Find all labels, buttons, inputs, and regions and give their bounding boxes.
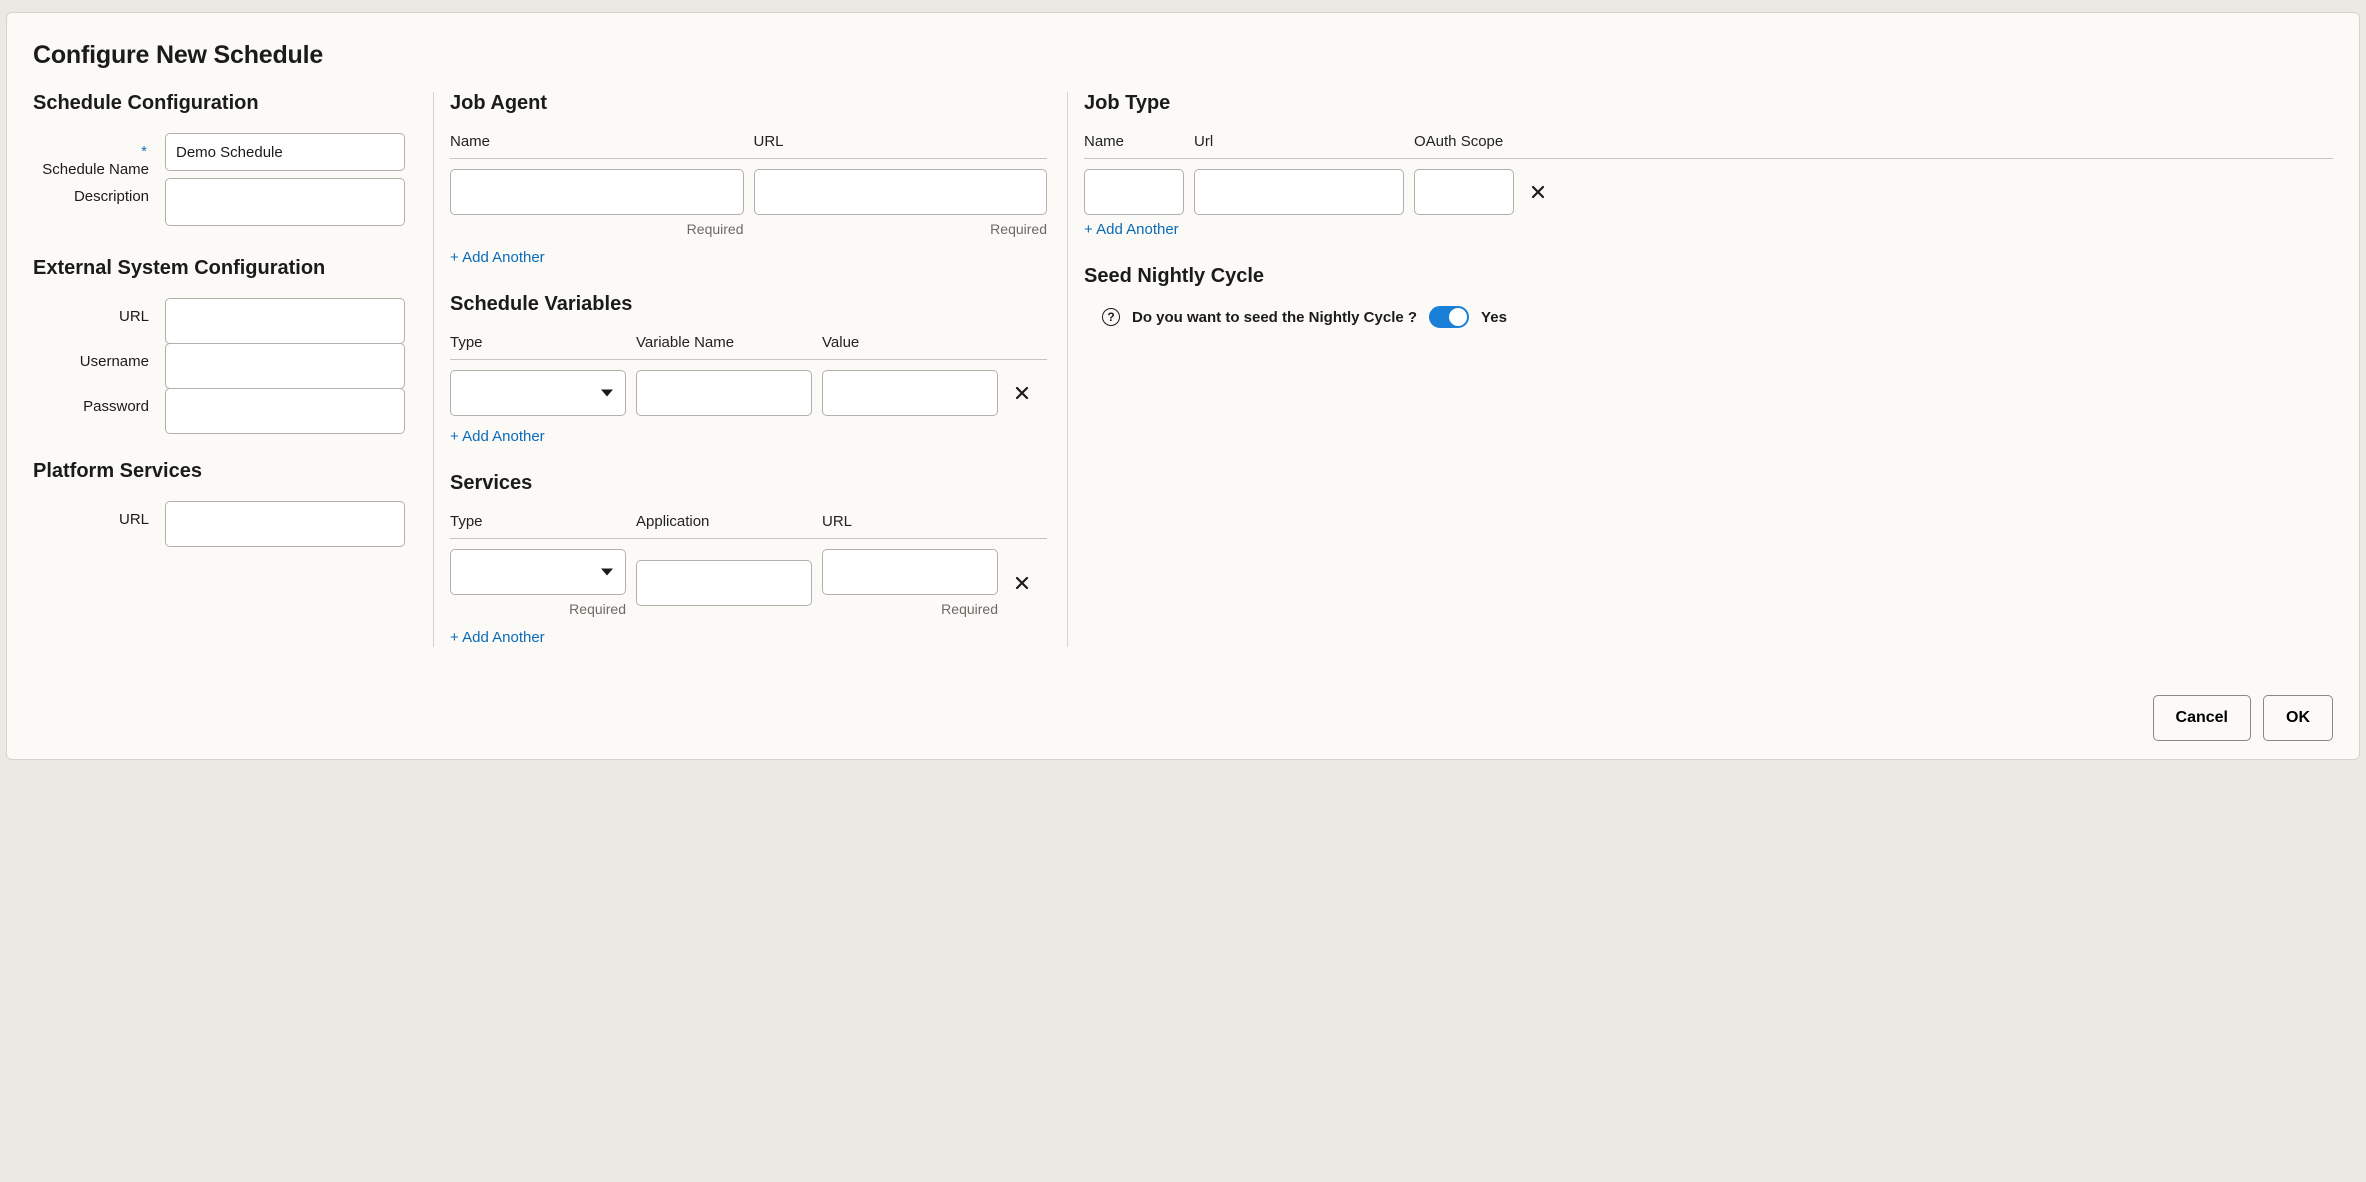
seed-toggle[interactable] xyxy=(1429,306,1469,328)
ja-name-required: Required xyxy=(450,221,744,237)
schedule-name-label: * Schedule Name xyxy=(33,133,165,179)
schedule-name-input[interactable] xyxy=(165,133,405,171)
cancel-button[interactable]: Cancel xyxy=(2153,695,2251,741)
middle-column: Job Agent Name URL Required Required + A… xyxy=(433,92,1047,647)
jt-remove-button[interactable] xyxy=(1524,178,1552,206)
jt-col-url: Url xyxy=(1194,133,1404,150)
jt-col-scope: OAuth Scope xyxy=(1414,133,1514,150)
svc-col-type: Type xyxy=(450,513,626,530)
svc-remove-button[interactable] xyxy=(1008,569,1036,597)
seed-toggle-value: Yes xyxy=(1481,309,1507,326)
svc-type-select[interactable] xyxy=(450,549,626,595)
sv-remove-button[interactable] xyxy=(1008,379,1036,407)
svc-col-url: URL xyxy=(822,513,998,530)
sv-value-input[interactable] xyxy=(822,370,998,416)
seed-heading: Seed Nightly Cycle xyxy=(1084,265,2333,288)
required-marker: * xyxy=(141,143,147,160)
sv-col-type: Type xyxy=(450,334,626,351)
ok-button[interactable]: OK xyxy=(2263,695,2333,741)
schedule-variables-heading: Schedule Variables xyxy=(450,293,1047,316)
ext-url-input[interactable] xyxy=(165,298,405,344)
jt-name-input[interactable] xyxy=(1084,169,1184,215)
services-heading: Services xyxy=(450,472,1047,495)
configure-schedule-dialog: Configure New Schedule Schedule Configur… xyxy=(6,12,2360,760)
svc-type-required: Required xyxy=(450,601,626,617)
ja-url-input[interactable] xyxy=(754,169,1048,215)
right-column: Job Type Name Url OAuth Scope + Add Anot… xyxy=(1067,92,2333,647)
jt-url-input[interactable] xyxy=(1194,169,1404,215)
seed-question: Do you want to seed the Nightly Cycle ? xyxy=(1132,309,1417,326)
ja-name-input[interactable] xyxy=(450,169,744,215)
sv-col-varname: Variable Name xyxy=(636,334,812,351)
page-title: Configure New Schedule xyxy=(33,41,2333,70)
ja-url-required: Required xyxy=(754,221,1048,237)
left-column: Schedule Configuration * Schedule Name D… xyxy=(33,92,413,647)
description-label: Description xyxy=(33,178,165,206)
ja-add-another[interactable]: + Add Another xyxy=(450,249,545,266)
sv-add-another[interactable]: + Add Another xyxy=(450,428,545,445)
ext-url-label: URL xyxy=(33,298,165,326)
jt-scope-input[interactable] xyxy=(1414,169,1514,215)
job-type-heading: Job Type xyxy=(1084,92,2333,115)
ext-username-label: Username xyxy=(33,343,165,371)
ext-username-input[interactable] xyxy=(165,343,405,389)
schedule-config-heading: Schedule Configuration xyxy=(33,92,413,115)
job-agent-heading: Job Agent xyxy=(450,92,1047,115)
close-icon xyxy=(1531,185,1545,199)
description-input[interactable] xyxy=(165,178,405,226)
close-icon xyxy=(1015,576,1029,590)
svc-add-another[interactable]: + Add Another xyxy=(450,629,545,646)
external-system-heading: External System Configuration xyxy=(33,257,413,280)
svc-col-app: Application xyxy=(636,513,812,530)
jt-add-another[interactable]: + Add Another xyxy=(1084,221,1179,238)
sv-type-select[interactable] xyxy=(450,370,626,416)
svc-url-required: Required xyxy=(822,601,998,617)
help-icon[interactable]: ? xyxy=(1102,308,1120,326)
ext-password-label: Password xyxy=(33,388,165,416)
jt-col-name: Name xyxy=(1084,133,1184,150)
close-icon xyxy=(1015,386,1029,400)
ja-col-url: URL xyxy=(754,133,1048,150)
ext-password-input[interactable] xyxy=(165,388,405,434)
ps-url-input[interactable] xyxy=(165,501,405,547)
svc-app-input[interactable] xyxy=(636,560,812,606)
sv-varname-input[interactable] xyxy=(636,370,812,416)
sv-col-value: Value xyxy=(822,334,998,351)
ps-url-label: URL xyxy=(33,501,165,529)
platform-services-heading: Platform Services xyxy=(33,460,413,483)
svc-url-input[interactable] xyxy=(822,549,998,595)
ja-col-name: Name xyxy=(450,133,744,150)
